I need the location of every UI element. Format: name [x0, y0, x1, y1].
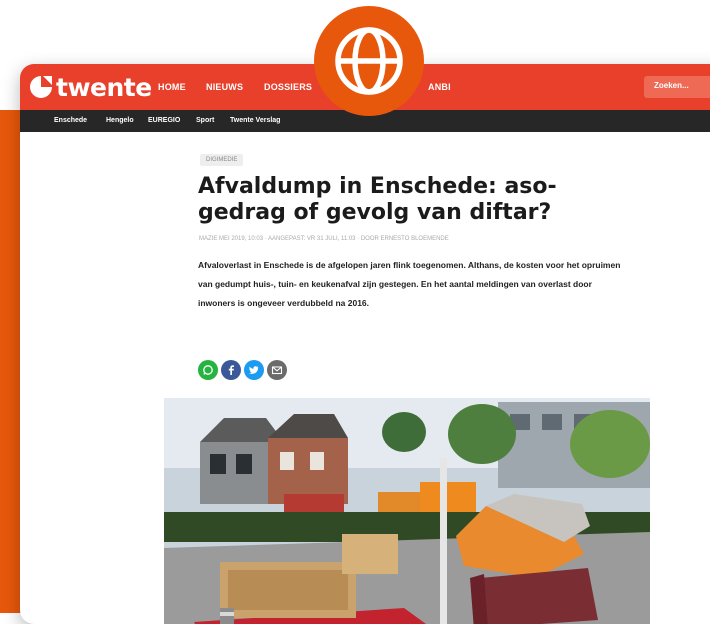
browser-screenshot: twente HOME NIEUWS DOSSIERS ANBI Zoeken.… — [20, 64, 710, 624]
site-name: twente — [56, 72, 152, 102]
whatsapp-icon[interactable] — [198, 360, 218, 380]
subnav-twente-verslag[interactable]: Twente Verslag — [230, 117, 280, 124]
nav-anbi[interactable]: ANBI — [428, 82, 451, 92]
nav-dossiers[interactable]: DOSSIERS — [264, 82, 312, 92]
globe-badge — [314, 6, 424, 116]
site-logo[interactable]: twente — [28, 72, 152, 102]
nav-home[interactable]: HOME — [158, 82, 186, 92]
article-category[interactable]: DIGIMEDIE — [200, 154, 244, 166]
globe-icon — [335, 27, 403, 95]
facebook-icon[interactable] — [221, 360, 241, 380]
article-lead: Afvaloverlast in Enschede is de afgelope… — [198, 260, 621, 308]
nav-nieuws[interactable]: NIEUWS — [206, 82, 243, 92]
subnav-euregio[interactable]: EUREGIO — [148, 117, 180, 124]
street-scene-photo — [164, 398, 650, 624]
subnav-sport[interactable]: Sport — [196, 117, 214, 124]
share-buttons — [198, 360, 287, 380]
logo-mark-icon — [30, 76, 52, 98]
subnav-enschede[interactable]: Enschede — [54, 117, 87, 124]
article-photo[interactable] — [164, 398, 650, 624]
article-meta: MAZIE MEI 2019, 10:03 · AANGEPAST: VR 31… — [199, 236, 449, 242]
email-icon[interactable] — [267, 360, 287, 380]
search-placeholder: Zoeken... — [654, 81, 689, 90]
article-title: Afvaldump in Enschede: aso-gedrag of gev… — [198, 174, 557, 225]
search-input[interactable]: Zoeken... — [644, 76, 710, 98]
subnav-hengelo[interactable]: Hengelo — [106, 117, 134, 124]
twitter-icon[interactable] — [244, 360, 264, 380]
